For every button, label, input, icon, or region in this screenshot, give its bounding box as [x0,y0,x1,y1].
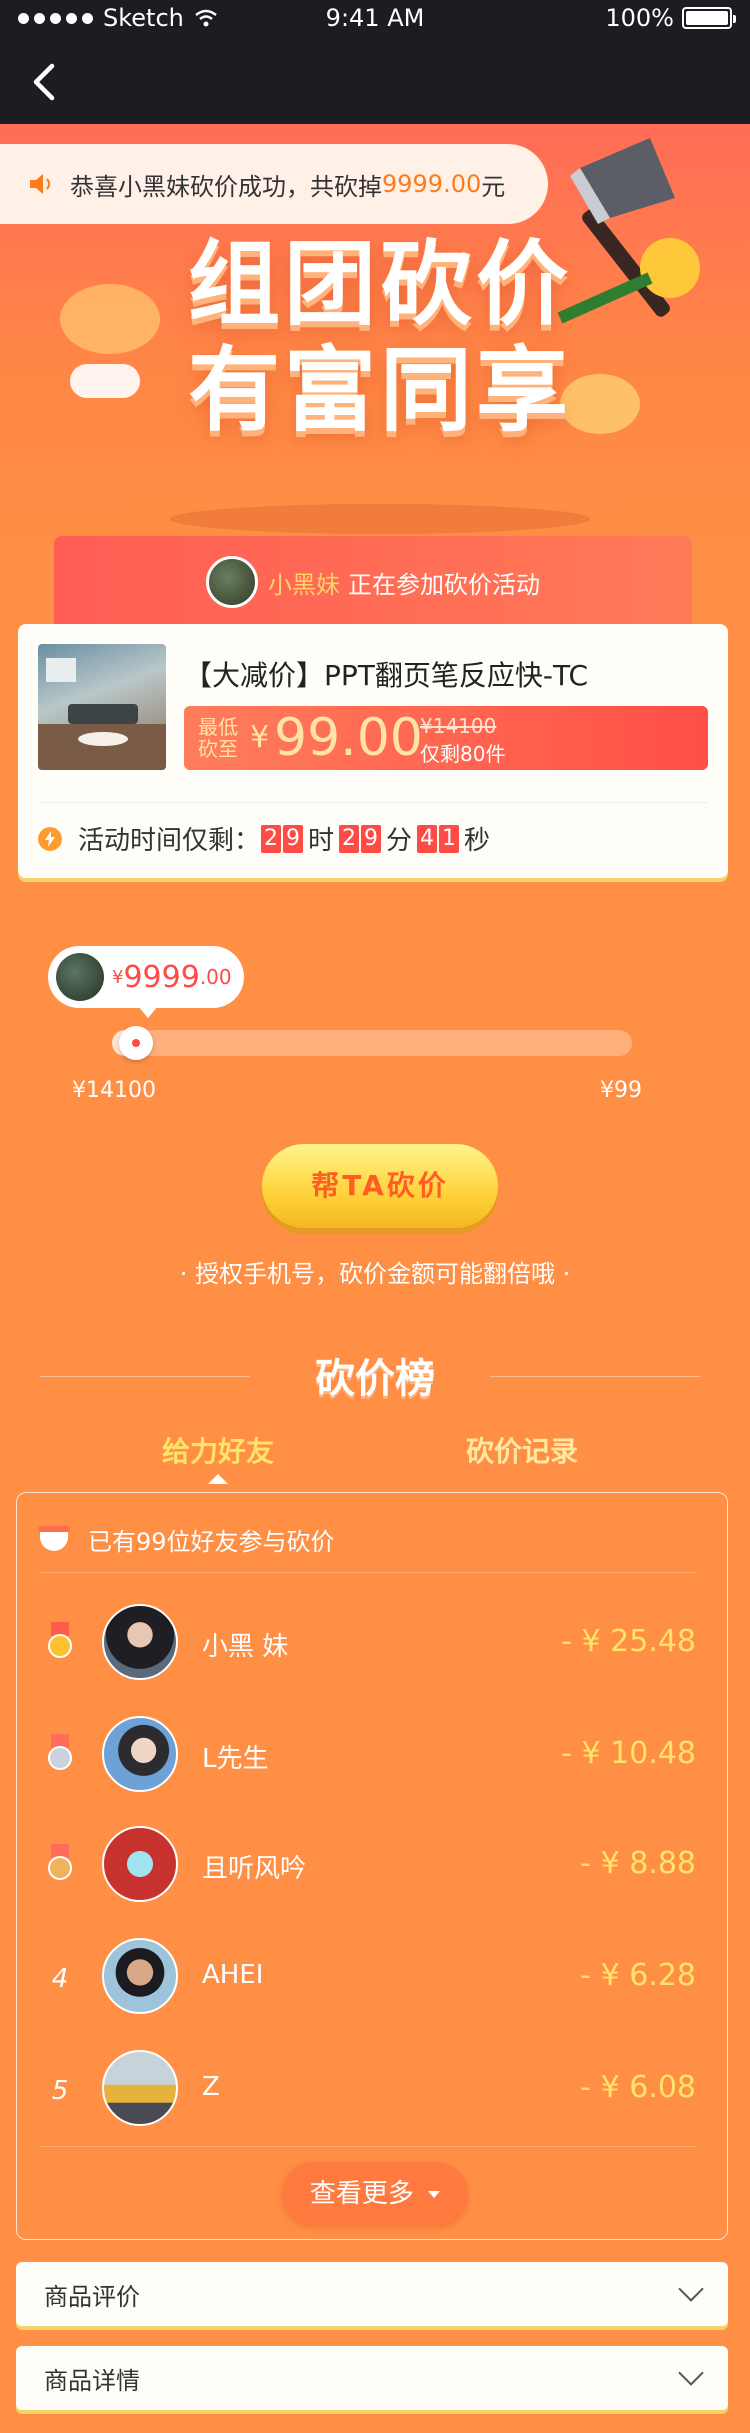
notice-text: 恭喜小黑妹砍价成功，共砍掉 [70,172,382,201]
cut-amount: - ¥ 25.48 [561,1624,696,1659]
leaderboard-summary: 已有99位好友参与砍价 [38,1522,335,1557]
avatar [102,1938,178,2014]
avatar [102,1604,178,1680]
participant-text: 正在参加砍价活动 [348,570,540,599]
product-card[interactable]: 【大减价】PPT翻页笔反应快-TC 最低 砍至 ¥ 99.00 ¥14100 仅… [18,624,728,878]
friend-name: 且听风吟 [202,1854,307,1884]
section-label: 商品详情 [44,2366,140,2395]
price-label-cut-to: 砍至 [198,737,238,761]
speaker-icon [30,174,50,194]
notice-suffix: 元 [481,172,506,201]
silver-medal-icon [46,1734,74,1772]
table-row[interactable]: 5 Z - ¥ 6.08 [40,2046,696,2142]
second-unit: 秒 [464,826,491,856]
gold-medal-icon [46,1622,74,1660]
minute-unit: 分 [386,826,413,856]
hero-title: 组团砍价 有富同享 [150,232,610,444]
help-cut-button[interactable]: 帮TA砍价 [262,1144,498,1228]
avatar [206,556,258,608]
chevron-down-icon [678,2276,704,2302]
caret-down-icon [428,2191,441,2198]
tab-friends[interactable]: 给力好友 [162,1430,274,1470]
table-row[interactable]: L先生 - ¥ 10.48 [40,1712,696,1808]
battery-icon [682,7,736,29]
bronze-medal-icon [46,1844,74,1882]
back-arrow-icon[interactable] [26,60,60,104]
progress-min-label: ¥14100 [72,1078,156,1103]
divider [38,802,708,803]
hero-title-line1: 组团砍价 [187,231,572,338]
hour-unit: 时 [308,826,335,856]
divider [40,2146,696,2147]
avatar [102,1716,178,1792]
view-more-label: 查看更多 [309,2179,414,2209]
price-label-lowest: 最低 [198,715,238,739]
rank-number: 5 [51,2076,69,2106]
stock-left: 仅剩80件 [420,742,506,766]
tab-indicator [208,1474,228,1484]
friend-name: AHEI [202,1960,264,1990]
leaderboard-title: 砍价榜 [315,1356,435,1402]
price-box: 最低 砍至 ¥ 99.00 ¥14100 仅剩80件 [184,706,708,770]
battery-percent: 100% [605,4,674,32]
price-value: 99.00 [274,708,423,768]
second-digit: 1 [439,824,460,853]
minute-digit: 2 [339,824,360,853]
bubble-decimal: .00 [199,965,232,989]
table-row[interactable]: 4 AHEI - ¥ 6.28 [40,1934,696,2030]
avatar [102,2050,178,2126]
table-row[interactable]: 且听风吟 - ¥ 8.88 [40,1822,696,1918]
hour-digit: 2 [261,824,282,853]
product-title: 【大减价】PPT翻页笔反应快-TC [184,659,588,692]
section-details[interactable]: 商品详情 [16,2346,728,2410]
price-currency: ¥ [250,720,270,755]
bubble-currency: ¥ [112,966,124,988]
notice-amount: 9999.00 [382,170,482,198]
participant-strip: 小黑妹 正在参加砍价活动 [54,536,692,628]
decor-blob [60,284,160,354]
cut-amount: - ¥ 6.28 [580,1958,696,1993]
cut-amount: - ¥ 10.48 [561,1736,696,1771]
progress-knob [119,1026,153,1060]
original-price: ¥14100 [420,714,497,738]
second-digit: 4 [417,824,438,853]
minute-digit: 9 [361,824,382,853]
bubble-amount: 9999 [123,959,200,995]
progress-track [112,1030,632,1056]
view-more-button[interactable]: 查看更多 [282,2162,468,2226]
tab-records[interactable]: 砍价记录 [466,1430,578,1470]
summary-text: 已有99位好友参与砍价 [88,1528,335,1556]
lightning-icon [38,826,62,851]
avatar [56,953,104,1001]
participant-name: 小黑妹 [268,570,340,599]
title-shadow [170,504,590,534]
product-image [38,644,166,770]
countdown-timer: 活动时间仅剩： 29 时 29 分 41 秒 [38,820,494,857]
hero-title-line2: 有富同享 [187,337,572,444]
timer-label: 活动时间仅剩： [78,826,261,856]
section-reviews[interactable]: 商品评价 [16,2262,728,2326]
cut-amount: - ¥ 6.08 [580,2070,696,2105]
cut-amount-bubble: ¥ 9999 .00 [48,946,244,1018]
friend-name: 小黑 妹 [202,1632,289,1662]
avatar [102,1826,178,1902]
divider [40,1572,696,1573]
friend-name: Z [202,2072,220,2102]
notice-banner: 恭喜小黑妹砍价成功，共砍掉 9999.00 元 [0,144,548,224]
friend-name: L先生 [202,1744,269,1774]
rank-number: 4 [51,1964,69,1994]
bowl-icon [38,1525,70,1551]
progress-max-label: ¥99 [600,1078,642,1103]
cloud-icon [70,364,140,398]
chevron-down-icon [678,2360,704,2386]
table-row[interactable]: 小黑 妹 - ¥ 25.48 [40,1600,696,1696]
authorize-hint[interactable]: · 授权手机号，砍价金额可能翻倍哦 · [0,1254,750,1289]
status-bar: Sketch 9:41 AM 100% [0,0,750,40]
section-label: 商品评价 [44,2282,140,2311]
cut-amount: - ¥ 8.88 [580,1846,696,1881]
hour-digit: 9 [283,824,304,853]
